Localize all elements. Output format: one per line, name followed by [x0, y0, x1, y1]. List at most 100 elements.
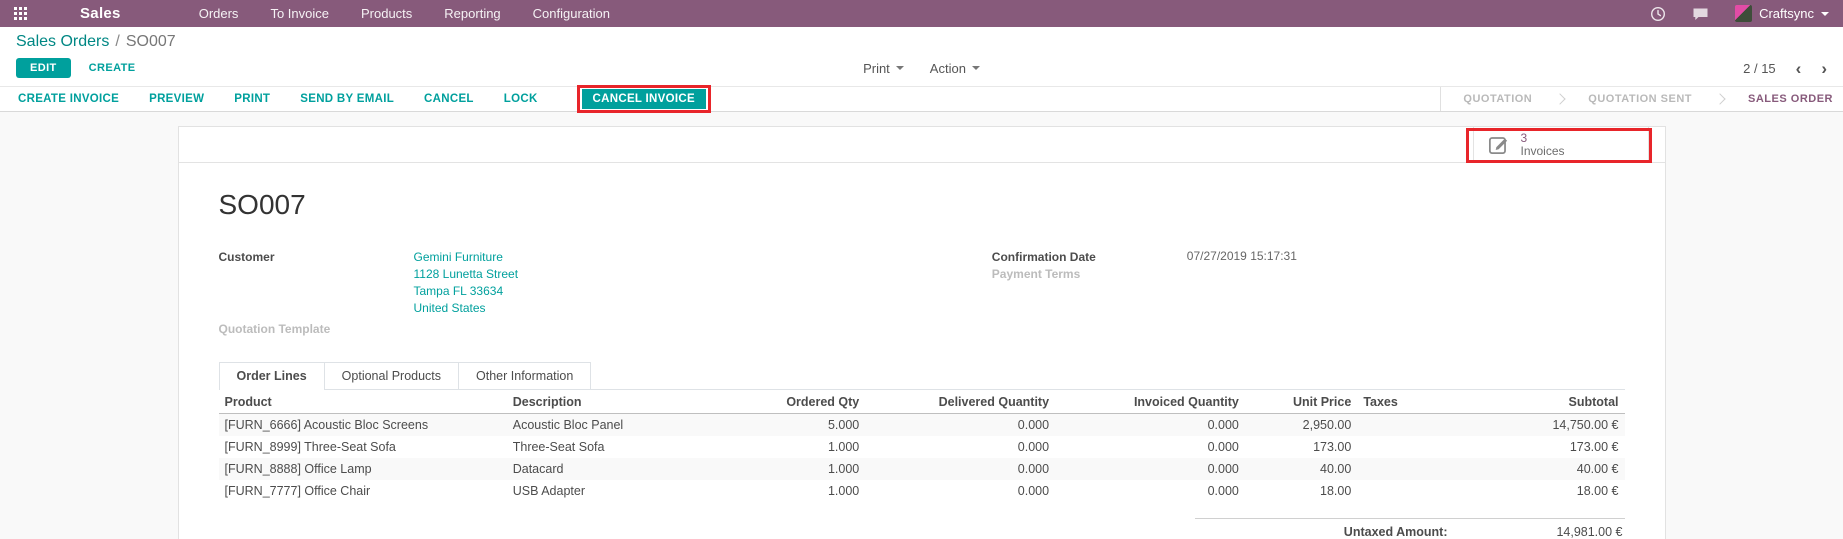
- customer-name-link[interactable]: Gemini Furniture: [414, 249, 519, 266]
- order-title: SO007: [219, 189, 1625, 221]
- print-button[interactable]: PRINT: [234, 93, 270, 105]
- cell-delivered: 0.000: [865, 414, 1055, 437]
- confirmation-date-value: 07/27/2019 15:17:31: [1187, 249, 1297, 264]
- cell-unit-price: 2,950.00: [1245, 414, 1357, 437]
- state-quotation[interactable]: QUOTATION: [1463, 93, 1532, 105]
- col-unit-price: Unit Price: [1245, 390, 1357, 414]
- cell-taxes: [1357, 480, 1448, 502]
- quotation-template-label: Quotation Template: [219, 321, 414, 336]
- notebook-tabs: Order Lines Optional Products Other Info…: [219, 362, 1625, 390]
- button-box: 3 Invoices: [179, 127, 1665, 163]
- cell-delivered: 0.000: [865, 458, 1055, 480]
- breadcrumb: Sales Orders / SO007: [0, 27, 1843, 53]
- cell-delivered: 0.000: [865, 436, 1055, 458]
- cell-taxes: [1357, 414, 1448, 437]
- cancel-button[interactable]: CANCEL: [424, 93, 474, 105]
- table-row[interactable]: [FURN_8999] Three-Seat Sofa Three-Seat S…: [219, 436, 1625, 458]
- tab-other-information[interactable]: Other Information: [458, 362, 591, 389]
- col-delivered-quantity: Delivered Quantity: [865, 390, 1055, 414]
- cell-product: [FURN_8888] Office Lamp: [219, 458, 507, 480]
- create-invoice-button[interactable]: CREATE INVOICE: [18, 93, 119, 105]
- messages-chat-icon[interactable]: [1692, 6, 1709, 22]
- table-row[interactable]: [FURN_8888] Office Lamp Datacard 1.000 0…: [219, 458, 1625, 480]
- col-subtotal: Subtotal: [1449, 390, 1625, 414]
- cell-unit-price: 40.00: [1245, 458, 1357, 480]
- app-title: Sales: [80, 5, 121, 22]
- action-dropdown-label: Action: [930, 61, 966, 76]
- divider: [1440, 87, 1441, 111]
- cell-subtotal: 18.00 €: [1449, 480, 1625, 502]
- cell-subtotal: 14,750.00 €: [1449, 414, 1625, 437]
- breadcrumb-sales-orders[interactable]: Sales Orders: [16, 33, 109, 50]
- customer-country-link[interactable]: United States: [414, 300, 519, 317]
- table-row[interactable]: [FURN_7777] Office Chair USB Adapter 1.0…: [219, 480, 1625, 502]
- cell-taxes: [1357, 458, 1448, 480]
- chevron-down-icon: [896, 66, 904, 70]
- untaxed-amount-label: Untaxed Amount:: [1344, 525, 1448, 539]
- cell-product: [FURN_7777] Office Chair: [219, 480, 507, 502]
- col-description: Description: [507, 390, 732, 414]
- action-dropdown[interactable]: Action: [930, 61, 980, 76]
- menu-orders[interactable]: Orders: [199, 6, 239, 21]
- chevron-right-icon: [1714, 93, 1725, 104]
- user-menu[interactable]: Craftsync: [1735, 5, 1829, 22]
- menu-to-invoice[interactable]: To Invoice: [270, 6, 329, 21]
- confirmation-date-label: Confirmation Date: [992, 249, 1187, 264]
- cell-unit-price: 18.00: [1245, 480, 1357, 502]
- chevron-down-icon: [1821, 12, 1829, 16]
- state-quotation-sent[interactable]: QUOTATION SENT: [1588, 93, 1692, 105]
- preview-button[interactable]: PREVIEW: [149, 93, 204, 105]
- menu-products[interactable]: Products: [361, 6, 412, 21]
- col-invoiced-quantity: Invoiced Quantity: [1055, 390, 1245, 414]
- pager-previous-icon[interactable]: ‹: [1796, 60, 1802, 77]
- cell-ordered: 5.000: [732, 414, 866, 437]
- pager-next-icon[interactable]: ›: [1821, 60, 1827, 77]
- invoices-label: Invoices: [1521, 145, 1565, 158]
- pager: 2 / 15 ‹ ›: [1743, 60, 1827, 77]
- pencil-square-icon: [1488, 134, 1509, 155]
- chevron-right-icon: [1555, 93, 1566, 104]
- apps-grid-icon[interactable]: [14, 7, 28, 21]
- lock-button[interactable]: LOCK: [504, 93, 538, 105]
- breadcrumb-separator: /: [115, 33, 119, 50]
- create-button[interactable]: CREATE: [89, 62, 136, 74]
- form-sheet: 3 Invoices SO007 Customer Gemini Furnitu…: [178, 126, 1666, 539]
- cell-product: [FURN_6666] Acoustic Bloc Screens: [219, 414, 507, 437]
- cell-invoiced: 0.000: [1055, 436, 1245, 458]
- edit-button[interactable]: EDIT: [16, 58, 71, 78]
- cell-unit-price: 173.00: [1245, 436, 1357, 458]
- tab-optional-products[interactable]: Optional Products: [324, 362, 459, 389]
- cell-ordered: 1.000: [732, 436, 866, 458]
- col-product: Product: [219, 390, 507, 414]
- print-dropdown-label: Print: [863, 61, 890, 76]
- customer-street-link[interactable]: 1128 Lunetta Street: [414, 266, 519, 283]
- cancel-invoice-button[interactable]: CANCEL INVOICE: [582, 89, 706, 109]
- breadcrumb-current: SO007: [126, 33, 176, 50]
- table-row[interactable]: [FURN_6666] Acoustic Bloc Screens Acoust…: [219, 414, 1625, 437]
- cell-subtotal: 40.00 €: [1449, 458, 1625, 480]
- cell-ordered: 1.000: [732, 480, 866, 502]
- cell-description: USB Adapter: [507, 480, 732, 502]
- menu-reporting[interactable]: Reporting: [444, 6, 500, 21]
- col-ordered-qty: Ordered Qty: [732, 390, 866, 414]
- send-by-email-button[interactable]: SEND BY EMAIL: [300, 93, 394, 105]
- customer-label: Customer: [219, 249, 414, 317]
- tab-order-lines[interactable]: Order Lines: [219, 362, 325, 389]
- statusbar: CREATE INVOICE PREVIEW PRINT SEND BY EMA…: [0, 86, 1843, 112]
- cell-delivered: 0.000: [865, 480, 1055, 502]
- activities-clock-icon[interactable]: [1650, 6, 1666, 22]
- cell-ordered: 1.000: [732, 458, 866, 480]
- untaxed-amount-value: 14,981.00 €: [1448, 525, 1623, 539]
- print-dropdown[interactable]: Print: [863, 61, 904, 76]
- avatar: [1735, 5, 1752, 22]
- top-navbar: Sales Orders To Invoice Products Reporti…: [0, 0, 1843, 27]
- menu-configuration[interactable]: Configuration: [533, 6, 610, 21]
- order-lines-table: Product Description Ordered Qty Delivere…: [219, 390, 1625, 502]
- pager-value[interactable]: 2 / 15: [1743, 61, 1776, 76]
- form-view: 3 Invoices SO007 Customer Gemini Furnitu…: [0, 112, 1843, 539]
- customer-value: Gemini Furniture 1128 Lunetta Street Tam…: [414, 249, 519, 317]
- cell-invoiced: 0.000: [1055, 480, 1245, 502]
- user-name: Craftsync: [1759, 6, 1814, 21]
- customer-city-link[interactable]: Tampa FL 33634: [414, 283, 519, 300]
- invoices-smart-button[interactable]: 3 Invoices: [1473, 127, 1649, 162]
